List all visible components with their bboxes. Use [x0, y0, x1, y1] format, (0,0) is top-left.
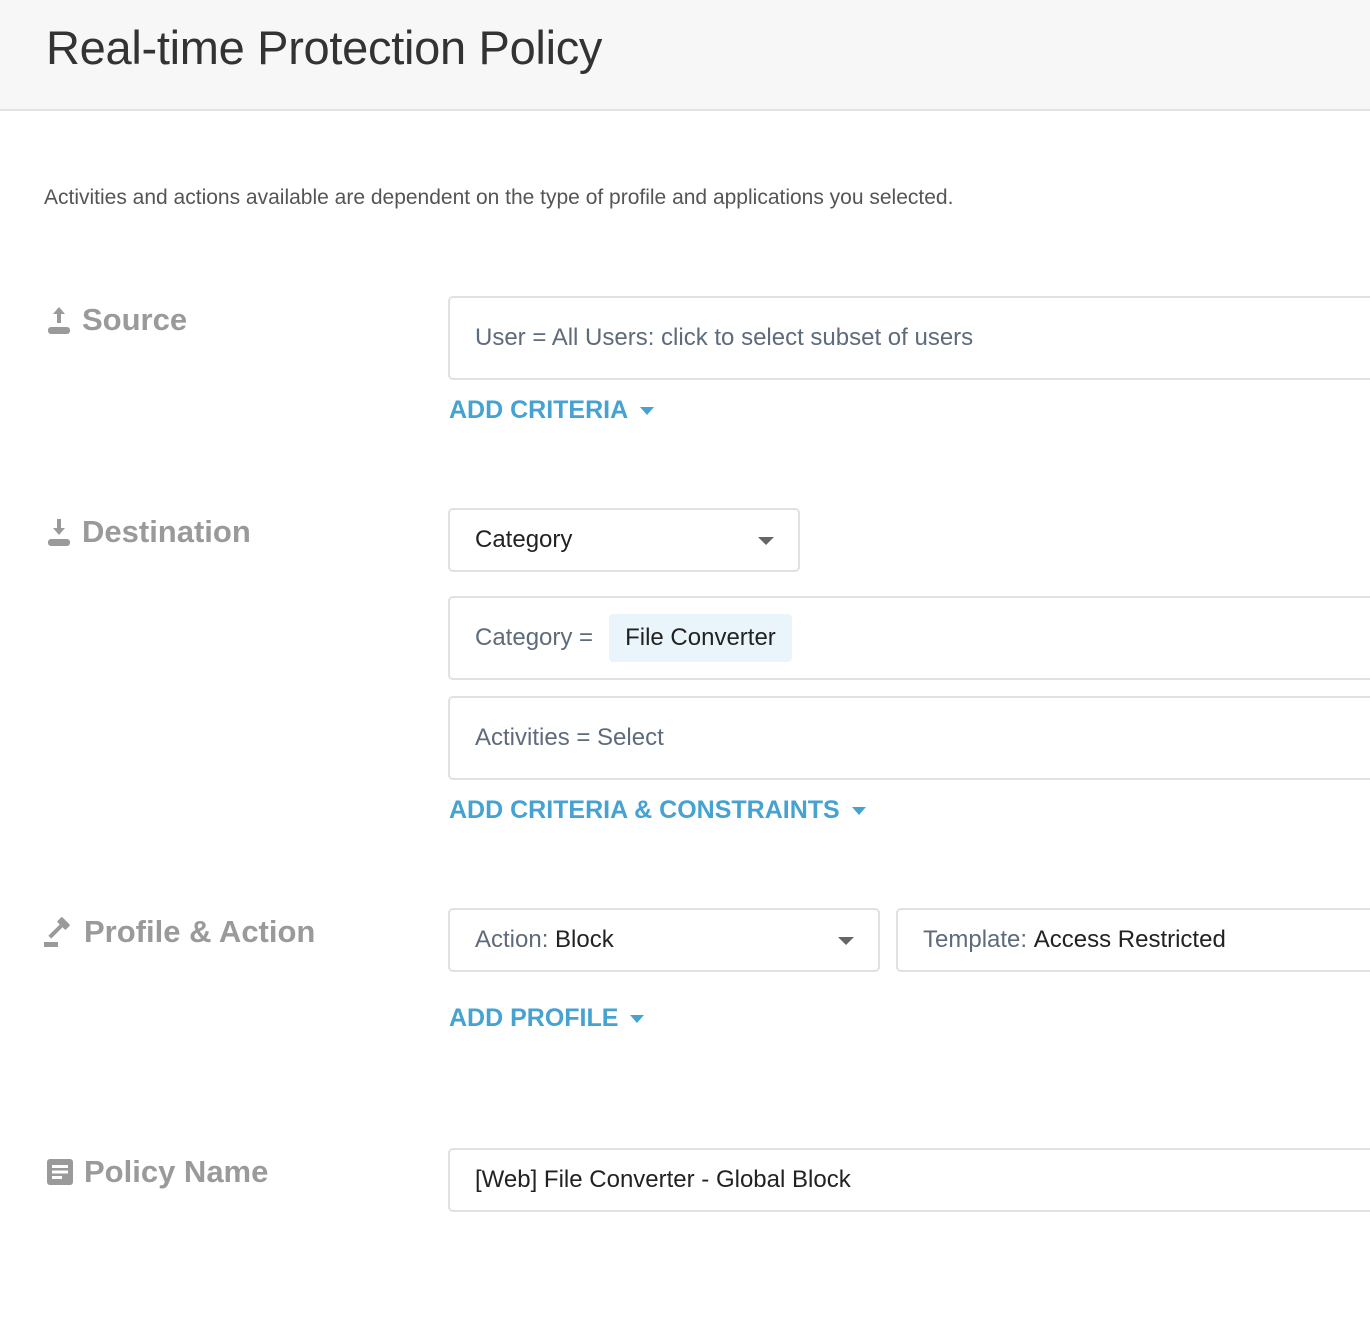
caret-down-icon [630, 1014, 645, 1023]
destination-type-select[interactable]: Category [448, 508, 800, 572]
category-prefix: Category = [475, 624, 594, 651]
add-profile-label: ADD PROFILE [449, 1004, 619, 1032]
section-label: Policy Name [84, 1154, 269, 1189]
page-title: Real-time Protection Policy [46, 21, 603, 74]
add-criteria-constraints-label: ADD CRITERIA & CONSTRAINTS [449, 796, 840, 824]
caret-down-icon [640, 406, 655, 415]
template-select[interactable]: Template: Access Restricted [896, 908, 1370, 972]
action-select[interactable]: Action: Block [448, 908, 880, 972]
activities-field[interactable]: Activities = Select [448, 696, 1370, 780]
section-label: Destination [82, 514, 251, 549]
action-value: Block [555, 926, 614, 953]
upload-icon [48, 307, 70, 334]
section-destination: Destination [46, 514, 251, 550]
user-criteria-field[interactable]: User = All Users: click to select subset… [448, 296, 1370, 380]
add-criteria-button[interactable]: ADD CRITERIA [449, 396, 655, 425]
page-header: Real-time Protection Policy [0, 0, 1370, 111]
download-icon [48, 519, 70, 546]
category-chip[interactable]: File Converter [609, 614, 792, 662]
select-value: Category [475, 526, 573, 553]
section-profile-action: Profile & Action [44, 914, 315, 950]
chevron-down-icon [838, 937, 854, 945]
add-criteria-constraints-button[interactable]: ADD CRITERIA & CONSTRAINTS [449, 796, 866, 825]
chevron-down-icon [758, 537, 774, 545]
activities-text: Activities = Select [475, 724, 664, 751]
section-label: Profile & Action [84, 914, 316, 949]
template-prefix: Template: [923, 926, 1028, 953]
section-source: Source [46, 302, 187, 338]
add-profile-button[interactable]: ADD PROFILE [449, 1004, 645, 1033]
caret-down-icon [851, 806, 866, 815]
description: Activities and actions available are dep… [44, 186, 954, 209]
action-prefix: Action: [475, 926, 549, 953]
policy-name-value: [Web] File Converter - Global Block [475, 1166, 851, 1193]
user-criteria-text: User = All Users: click to select subset… [475, 324, 974, 351]
section-label: Source [82, 302, 188, 337]
template-value: Access Restricted [1033, 926, 1226, 953]
category-field[interactable]: Category = File Converter [448, 596, 1370, 680]
document-icon [47, 1159, 73, 1185]
policy-name-input[interactable]: [Web] File Converter - Global Block [448, 1148, 1370, 1212]
add-criteria-label: ADD CRITERIA [449, 396, 629, 424]
gavel-icon [44, 917, 70, 947]
section-policy-name: Policy Name [46, 1154, 268, 1190]
